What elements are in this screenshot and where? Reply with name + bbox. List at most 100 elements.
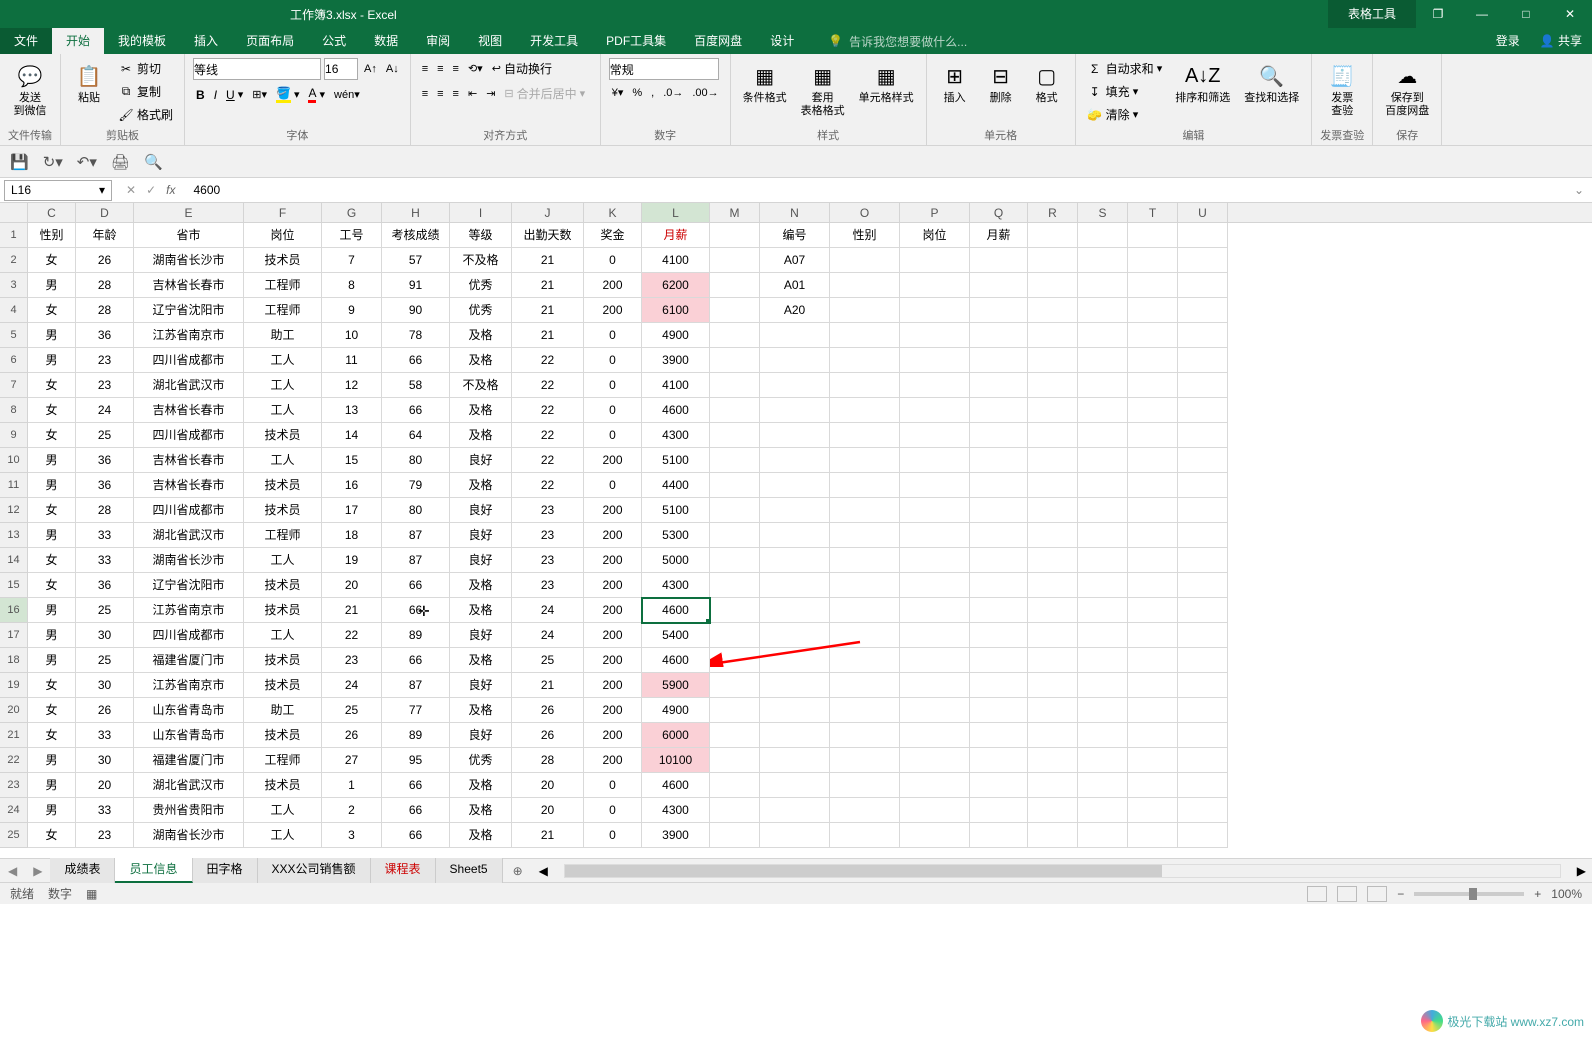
data-cell[interactable]: 26 — [512, 723, 584, 748]
empty-cell[interactable] — [1078, 623, 1128, 648]
format-cells-button[interactable]: ▢格式 — [1027, 58, 1067, 107]
data-cell[interactable]: 66 — [382, 598, 450, 623]
name-box[interactable]: L16▾ — [4, 180, 112, 201]
empty-cell[interactable] — [1178, 548, 1228, 573]
empty-cell[interactable] — [1028, 398, 1078, 423]
column-header[interactable]: Q — [970, 203, 1028, 222]
data-cell[interactable] — [830, 523, 900, 548]
data-cell[interactable]: 优秀 — [450, 273, 512, 298]
data-cell[interactable]: 4300 — [642, 423, 710, 448]
increase-decimal-icon[interactable]: .0→ — [660, 85, 686, 101]
sheet-tab[interactable]: 员工信息 — [115, 858, 192, 883]
cut-button[interactable]: ✂剪切 — [115, 58, 176, 79]
data-cell[interactable] — [900, 623, 970, 648]
data-cell[interactable] — [830, 298, 900, 323]
data-cell[interactable]: 2 — [322, 798, 382, 823]
comma-icon[interactable]: , — [648, 85, 657, 101]
data-cell[interactable]: 湖北省武汉市 — [134, 373, 244, 398]
data-cell[interactable]: 200 — [584, 498, 642, 523]
data-cell[interactable] — [710, 323, 760, 348]
data-cell[interactable]: 23 — [76, 373, 134, 398]
data-cell[interactable]: 22 — [512, 348, 584, 373]
column-header[interactable]: F — [244, 203, 322, 222]
data-cell[interactable]: 福建省厦门市 — [134, 748, 244, 773]
data-cell[interactable]: 吉林省长春市 — [134, 273, 244, 298]
data-cell[interactable] — [710, 723, 760, 748]
data-cell[interactable]: 女 — [28, 573, 76, 598]
window-maximize-icon[interactable]: □ — [1504, 0, 1548, 28]
empty-cell[interactable] — [1128, 673, 1178, 698]
data-cell[interactable] — [900, 273, 970, 298]
data-cell[interactable]: 山东省青岛市 — [134, 698, 244, 723]
data-cell[interactable]: 95 — [382, 748, 450, 773]
data-cell[interactable]: 工人 — [244, 623, 322, 648]
data-cell[interactable] — [710, 273, 760, 298]
data-cell[interactable] — [710, 548, 760, 573]
data-cell[interactable]: 技术员 — [244, 423, 322, 448]
data-cell[interactable]: 良好 — [450, 448, 512, 473]
data-cell[interactable]: 5900 — [642, 673, 710, 698]
align-right-icon[interactable]: ≡ — [450, 86, 462, 102]
data-cell[interactable]: 21 — [512, 248, 584, 273]
empty-cell[interactable] — [1028, 423, 1078, 448]
data-cell[interactable]: 贵州省贵阳市 — [134, 798, 244, 823]
empty-cell[interactable] — [1178, 423, 1228, 448]
data-cell[interactable] — [900, 298, 970, 323]
data-cell[interactable] — [760, 748, 830, 773]
data-cell[interactable]: 四川省成都市 — [134, 423, 244, 448]
data-cell[interactable]: 25 — [76, 598, 134, 623]
data-cell[interactable]: 200 — [584, 273, 642, 298]
data-cell[interactable]: 23 — [512, 548, 584, 573]
data-cell[interactable]: 吉林省长春市 — [134, 398, 244, 423]
data-cell[interactable]: 良好 — [450, 673, 512, 698]
data-cell[interactable] — [970, 448, 1028, 473]
data-cell[interactable] — [830, 573, 900, 598]
tab-view[interactable]: 视图 — [464, 28, 516, 54]
border-button[interactable]: ⊞▾ — [249, 86, 270, 103]
empty-cell[interactable] — [1028, 548, 1078, 573]
data-cell[interactable]: 66 — [382, 773, 450, 798]
print-preview-icon[interactable]: 🔍 — [144, 153, 163, 171]
data-cell[interactable]: 女 — [28, 248, 76, 273]
data-cell[interactable] — [710, 473, 760, 498]
data-cell[interactable] — [900, 523, 970, 548]
data-cell[interactable]: 辽宁省沈阳市 — [134, 298, 244, 323]
row-header[interactable]: 21 — [0, 723, 28, 748]
data-cell[interactable]: 1 — [322, 773, 382, 798]
data-cell[interactable]: 0 — [584, 473, 642, 498]
empty-cell[interactable] — [1128, 398, 1178, 423]
data-cell[interactable] — [830, 373, 900, 398]
data-cell[interactable]: 四川省成都市 — [134, 348, 244, 373]
data-cell[interactable]: 24 — [76, 398, 134, 423]
data-cell[interactable]: 助工 — [244, 323, 322, 348]
empty-cell[interactable] — [1178, 623, 1228, 648]
empty-cell[interactable] — [1028, 673, 1078, 698]
data-cell[interactable]: 工程师 — [244, 748, 322, 773]
data-cell[interactable]: 200 — [584, 598, 642, 623]
data-cell[interactable] — [900, 798, 970, 823]
data-cell[interactable] — [710, 523, 760, 548]
data-cell[interactable]: 女 — [28, 673, 76, 698]
data-cell[interactable]: 21 — [512, 273, 584, 298]
data-cell[interactable] — [900, 373, 970, 398]
data-cell[interactable]: 66 — [382, 648, 450, 673]
data-cell[interactable] — [830, 623, 900, 648]
data-cell[interactable] — [760, 623, 830, 648]
autosum-button[interactable]: Σ自动求和▾ — [1084, 58, 1166, 79]
header-cell[interactable] — [710, 223, 760, 248]
empty-cell[interactable] — [1078, 248, 1128, 273]
data-cell[interactable]: 及格 — [450, 473, 512, 498]
data-cell[interactable]: 3900 — [642, 348, 710, 373]
empty-cell[interactable] — [1128, 748, 1178, 773]
data-cell[interactable]: 湖南省长沙市 — [134, 823, 244, 848]
data-cell[interactable] — [830, 348, 900, 373]
data-cell[interactable]: 28 — [76, 273, 134, 298]
data-cell[interactable]: 36 — [76, 473, 134, 498]
data-cell[interactable]: 0 — [584, 323, 642, 348]
empty-cell[interactable] — [1078, 473, 1128, 498]
italic-button[interactable]: I — [211, 86, 220, 104]
data-cell[interactable]: 24 — [512, 598, 584, 623]
column-header[interactable]: H — [382, 203, 450, 222]
data-cell[interactable]: 工程师 — [244, 298, 322, 323]
tell-me-box[interactable]: 💡 告诉我您想要做什么... — [828, 28, 967, 54]
